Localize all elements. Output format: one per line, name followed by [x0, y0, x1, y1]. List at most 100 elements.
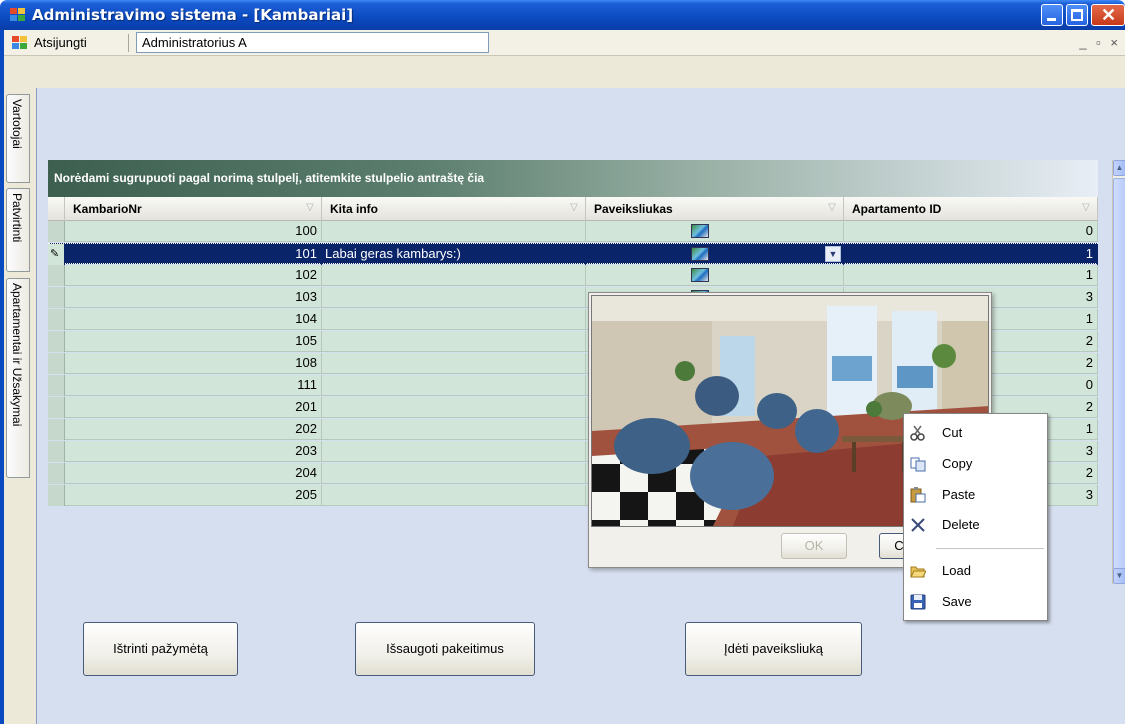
cell-nr[interactable]: 111	[65, 375, 322, 396]
row-indicator[interactable]	[48, 353, 65, 374]
filter-dropdown-icon[interactable]: ▽	[567, 201, 581, 215]
window-title: Administravimo sistema - [Kambariai]	[32, 6, 354, 24]
cell-nr[interactable]: 101	[65, 244, 322, 265]
cell-info[interactable]	[322, 221, 586, 242]
grid-header-row: KambarioNr ▽ Kita info ▽ Paveiksliukas ▽…	[48, 197, 1098, 221]
row-indicator[interactable]	[48, 331, 65, 352]
menu-separator	[936, 548, 1044, 549]
header-paveiksliukas[interactable]: Paveiksliukas ▽	[586, 197, 844, 221]
header-indicator	[48, 197, 65, 221]
side-tab-strip: Vartotojai Patvirtinti Apartamentai ir U…	[4, 56, 36, 724]
image-cell[interactable]: ▼	[586, 244, 844, 265]
menu-label: Save	[942, 594, 972, 609]
close-button[interactable]: ✕	[1091, 4, 1125, 26]
scroll-up-button[interactable]: ▲	[1113, 160, 1125, 176]
tab-vartotojai[interactable]: Vartotojai	[6, 94, 30, 183]
add-image-button[interactable]: Įdėti paveiksliuką	[685, 622, 862, 676]
image-cell[interactable]	[586, 265, 844, 286]
cell-nr[interactable]: 205	[65, 485, 322, 506]
table-row[interactable]: 100 0	[48, 221, 1098, 242]
cell-info[interactable]	[322, 287, 586, 308]
row-indicator[interactable]	[48, 221, 65, 242]
edit-pencil-icon: ✎	[50, 248, 60, 260]
menu-item-load[interactable]: Load	[904, 557, 1047, 585]
filter-dropdown-icon[interactable]: ▽	[825, 201, 839, 215]
mdi-child-icon	[12, 36, 28, 53]
cell-nr[interactable]: 105	[65, 331, 322, 352]
table-row[interactable]: 102 1	[48, 265, 1098, 286]
cell-apt[interactable]: 1	[844, 265, 1098, 286]
tab-patvirtinti[interactable]: Patvirtinti	[6, 188, 30, 272]
menu-label: Paste	[942, 487, 976, 502]
filter-dropdown-icon[interactable]: ▽	[1079, 201, 1093, 215]
header-kambarionr[interactable]: KambarioNr ▽	[65, 197, 322, 221]
cell-nr[interactable]: 108	[65, 353, 322, 374]
menu-label: Delete	[942, 517, 980, 532]
cell-info[interactable]	[322, 353, 586, 374]
folder-open-icon	[910, 563, 927, 579]
menu-item-copy[interactable]: Copy	[904, 450, 1047, 478]
logout-menu-item[interactable]: Atsijungti	[34, 35, 87, 50]
header-label: Kita info	[330, 202, 378, 216]
scroll-thumb[interactable]	[1113, 178, 1125, 570]
image-thumbnail-icon	[691, 247, 709, 261]
grid-vertical-scrollbar[interactable]: ▲ ▼	[1112, 160, 1125, 584]
cell-info[interactable]	[322, 265, 586, 286]
mdi-window-controls[interactable]: _ ▫ ×	[1079, 35, 1121, 50]
row-indicator[interactable]	[48, 265, 65, 286]
cell-info[interactable]	[322, 397, 586, 418]
current-user-field[interactable]: Administratorius A	[136, 32, 489, 53]
cell-info[interactable]	[322, 485, 586, 506]
row-indicator[interactable]	[48, 441, 65, 462]
cell-nr[interactable]: 104	[65, 309, 322, 330]
filter-dropdown-icon[interactable]: ▽	[303, 201, 317, 215]
menu-item-delete[interactable]: Delete	[904, 511, 1047, 539]
menu-item-paste[interactable]: Paste	[904, 481, 1047, 509]
cell-nr[interactable]: 204	[65, 463, 322, 484]
tab-label: Apartamentai ir Užsakymai	[10, 283, 24, 427]
image-thumbnail-icon	[691, 268, 709, 282]
cell-info[interactable]	[322, 419, 586, 440]
row-indicator[interactable]	[48, 397, 65, 418]
cell-nr[interactable]: 102	[65, 265, 322, 286]
cell-apt[interactable]: 1	[844, 244, 1098, 265]
group-by-area[interactable]: Norėdami sugrupuoti pagal norimą stulpel…	[48, 160, 1098, 197]
chevron-down-icon[interactable]: ▼	[825, 246, 841, 262]
header-apartamento-id[interactable]: Apartamento ID ▽	[844, 197, 1098, 221]
maximize-button[interactable]	[1066, 4, 1088, 26]
image-cell[interactable]	[586, 221, 844, 242]
delete-selected-button[interactable]: Ištrinti pažymėtą	[83, 622, 238, 676]
cell-nr[interactable]: 203	[65, 441, 322, 462]
menu-item-save[interactable]: Save	[904, 588, 1047, 616]
row-indicator[interactable]	[48, 463, 65, 484]
cell-info[interactable]	[322, 309, 586, 330]
image-context-menu: Cut Copy Paste Delete Load Save	[903, 413, 1048, 621]
table-row-selected[interactable]: ✎ 101 Labai geras kambarys:) ▼ 1	[48, 243, 1098, 265]
minimize-button[interactable]	[1041, 4, 1063, 26]
row-indicator[interactable]: ✎	[48, 244, 65, 265]
row-indicator[interactable]	[48, 287, 65, 308]
tab-apartamentai[interactable]: Apartamentai ir Užsakymai	[6, 278, 30, 478]
menu-item-cut[interactable]: Cut	[904, 419, 1047, 447]
row-indicator[interactable]	[48, 419, 65, 440]
cell-info[interactable]	[322, 463, 586, 484]
cell-nr[interactable]: 202	[65, 419, 322, 440]
save-changes-button[interactable]: Išsaugoti pakeitimus	[355, 622, 535, 676]
cell-nr[interactable]: 201	[65, 397, 322, 418]
cell-info[interactable]	[322, 375, 586, 396]
row-indicator[interactable]	[48, 375, 65, 396]
cell-apt[interactable]: 0	[844, 221, 1098, 242]
cell-nr[interactable]: 100	[65, 221, 322, 242]
copy-icon	[910, 456, 926, 472]
cell-nr[interactable]: 103	[65, 287, 322, 308]
row-indicator[interactable]	[48, 309, 65, 330]
floppy-disk-icon	[910, 594, 926, 610]
cell-info[interactable]: Labai geras kambarys:)	[322, 244, 586, 265]
ok-button[interactable]: OK	[781, 533, 847, 559]
row-indicator[interactable]	[48, 485, 65, 506]
scroll-down-button[interactable]: ▼	[1113, 568, 1125, 584]
cell-info[interactable]	[322, 331, 586, 352]
cell-info[interactable]	[322, 441, 586, 462]
menu-separator	[128, 34, 129, 52]
header-kita-info[interactable]: Kita info ▽	[322, 197, 586, 221]
